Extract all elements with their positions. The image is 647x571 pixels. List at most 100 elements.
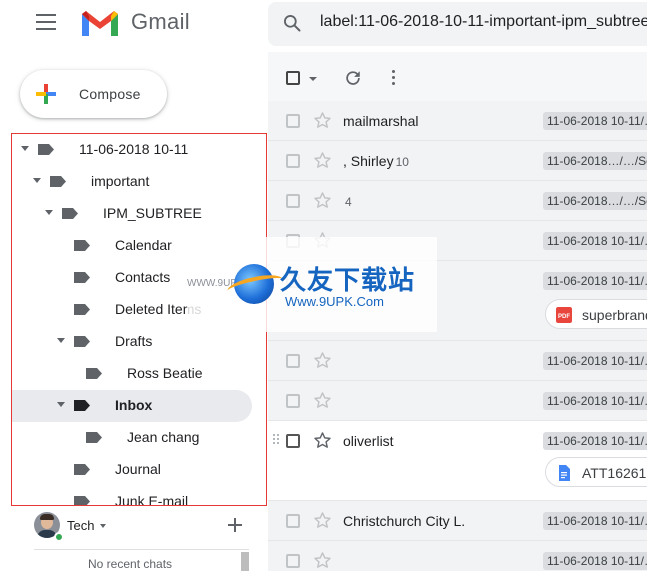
row-checkbox[interactable] bbox=[286, 554, 300, 568]
row-checkbox[interactable] bbox=[286, 394, 300, 408]
collapse-arrow-icon[interactable] bbox=[21, 146, 29, 151]
pdf-icon: PDF bbox=[556, 307, 572, 323]
account-dropdown-icon[interactable] bbox=[100, 524, 106, 528]
label-tag-icon bbox=[38, 144, 54, 155]
label-chip[interactable]: 11-06-2018 10-11/… bbox=[543, 392, 647, 410]
label-name: IPM_SUBTREE bbox=[103, 205, 202, 221]
email-row[interactable]: 4 11-06-2018…/…/Se bbox=[268, 181, 647, 221]
email-row[interactable]: oliverlist 11-06-2018 10-11/… ATT16261 bbox=[268, 421, 647, 501]
star-icon[interactable] bbox=[313, 191, 332, 210]
label-chip[interactable]: 11-06-2018 10-11/… bbox=[543, 232, 647, 250]
gmail-logo-icon[interactable] bbox=[80, 8, 120, 38]
watermark-title: 久友下载站 bbox=[280, 265, 416, 295]
compose-button[interactable]: Compose bbox=[20, 70, 167, 118]
star-icon[interactable] bbox=[313, 151, 332, 170]
label-item-ipm-subtree[interactable]: IPM_SUBTREE bbox=[12, 198, 252, 230]
row-checkbox[interactable] bbox=[286, 514, 300, 528]
sender-text: oliverlist bbox=[343, 433, 394, 449]
attachment-chip[interactable]: PDF superbrand bbox=[545, 299, 647, 329]
sidebar-scrollbar[interactable] bbox=[241, 552, 249, 571]
label-item-junk-email[interactable]: Junk E-mail bbox=[12, 486, 252, 506]
main-menu-icon[interactable] bbox=[36, 14, 56, 30]
label-item-jean-chang[interactable]: Jean chang bbox=[12, 422, 252, 454]
attachment-chip[interactable]: ATT16261 bbox=[545, 457, 647, 487]
sender-text: Christchurch City L. bbox=[343, 513, 466, 529]
label-tag-icon bbox=[74, 240, 90, 251]
label-name: Journal bbox=[115, 461, 161, 477]
collapse-arrow-icon[interactable] bbox=[33, 178, 41, 183]
row-checkbox[interactable] bbox=[286, 114, 300, 128]
label-tag-icon bbox=[74, 400, 90, 411]
star-icon[interactable] bbox=[313, 431, 332, 450]
list-toolbar bbox=[268, 52, 647, 100]
label-tag-icon bbox=[74, 272, 90, 283]
search-input[interactable]: label:11-06-2018-10-11-important-ipm_sub… bbox=[320, 13, 647, 31]
search-icon[interactable] bbox=[282, 13, 302, 33]
online-status-icon bbox=[54, 532, 64, 542]
watermark: WWW.9UPK.COM 久友下载站 Www.9UPK.Com bbox=[187, 237, 437, 332]
star-icon[interactable] bbox=[313, 511, 332, 530]
search-bar[interactable]: label:11-06-2018-10-11-important-ipm_sub… bbox=[268, 2, 647, 46]
account-name[interactable]: Tech bbox=[67, 518, 94, 533]
select-all-checkbox[interactable] bbox=[286, 71, 300, 85]
row-checkbox[interactable] bbox=[286, 434, 300, 448]
attachment-name: superbrand bbox=[582, 307, 647, 323]
label-tag-icon bbox=[74, 304, 90, 315]
label-item-journal[interactable]: Journal bbox=[12, 454, 252, 486]
label-chip[interactable]: 11-06-2018 10-11/… bbox=[543, 352, 647, 370]
row-checkbox[interactable] bbox=[286, 354, 300, 368]
label-name: Calendar bbox=[115, 237, 172, 253]
more-options-icon[interactable] bbox=[392, 70, 396, 86]
star-icon[interactable] bbox=[313, 391, 332, 410]
sender-name: mailmarshal bbox=[343, 113, 418, 129]
email-row[interactable]: 11-06-2018 10-11/… bbox=[268, 381, 647, 421]
star-icon[interactable] bbox=[313, 351, 332, 370]
refresh-icon[interactable] bbox=[344, 69, 362, 87]
email-row[interactable]: 11-06-2018 10-11/… bbox=[268, 341, 647, 381]
label-chip[interactable]: 11-06-2018 10-11/… bbox=[543, 272, 647, 290]
row-checkbox[interactable] bbox=[286, 154, 300, 168]
label-name: 11-06-2018 10-11 bbox=[79, 141, 189, 157]
label-item-11-06-2018[interactable]: 11-06-2018 10-11 bbox=[12, 134, 252, 166]
sender-name: 4 bbox=[343, 193, 352, 209]
collapse-arrow-icon[interactable] bbox=[57, 402, 65, 407]
label-chip[interactable]: 11-06-2018…/…/Se bbox=[543, 152, 647, 170]
label-tag-icon bbox=[86, 432, 102, 443]
label-name: Junk E-mail bbox=[115, 493, 189, 506]
label-item-important[interactable]: important bbox=[12, 166, 252, 198]
select-dropdown-icon[interactable] bbox=[309, 77, 317, 81]
label-chip[interactable]: 11-06-2018…/…/Se bbox=[543, 192, 647, 210]
label-item-inbox[interactable]: Inbox bbox=[12, 390, 252, 422]
app-name[interactable]: Gmail bbox=[131, 9, 190, 35]
top-bar: Gmail label:11-06-2018-10-11-important-i… bbox=[0, 0, 647, 52]
add-chat-button[interactable] bbox=[228, 518, 242, 532]
svg-text:PDF: PDF bbox=[558, 314, 570, 320]
email-row[interactable]: mailmarshal 11-06-2018 10-11/… bbox=[268, 101, 647, 141]
collapse-arrow-icon[interactable] bbox=[45, 210, 53, 215]
label-chip[interactable]: 11-06-2018 10-11/… bbox=[543, 552, 647, 570]
sidebar-divider bbox=[34, 549, 249, 550]
drag-handle-icon[interactable] bbox=[273, 434, 281, 448]
collapse-arrow-icon[interactable] bbox=[57, 338, 65, 343]
label-chip[interactable]: 11-06-2018 10-11/… bbox=[543, 112, 647, 130]
row-checkbox[interactable] bbox=[286, 194, 300, 208]
label-item-ross-beatie[interactable]: Ross Beatie bbox=[12, 358, 252, 390]
label-tag-icon bbox=[86, 368, 102, 379]
sender-name: Christchurch City L. bbox=[343, 513, 465, 529]
label-chip[interactable]: 11-06-2018 10-11/… bbox=[543, 512, 647, 530]
compose-label: Compose bbox=[79, 86, 141, 102]
doc-icon bbox=[559, 465, 570, 481]
watermark-url: Www.9UPK.Com bbox=[285, 294, 384, 309]
email-row[interactable]: Christchurch City L. 11-06-2018 10-11/… bbox=[268, 501, 647, 541]
email-row[interactable]: , Shirley 10 11-06-2018…/…/Se bbox=[268, 141, 647, 181]
star-icon[interactable] bbox=[313, 111, 332, 130]
label-name: important bbox=[91, 173, 150, 189]
sender-name: , Shirley 10 bbox=[343, 153, 409, 169]
label-tag-icon bbox=[74, 496, 90, 505]
chat-status-text: No recent chats bbox=[88, 557, 173, 571]
email-row[interactable]: 11-06-2018 10-11/… bbox=[268, 541, 647, 571]
label-chip[interactable]: 11-06-2018 10-11/… bbox=[543, 432, 647, 450]
star-icon[interactable] bbox=[313, 551, 332, 570]
label-tag-icon bbox=[74, 336, 90, 347]
label-name: Drafts bbox=[115, 333, 153, 349]
